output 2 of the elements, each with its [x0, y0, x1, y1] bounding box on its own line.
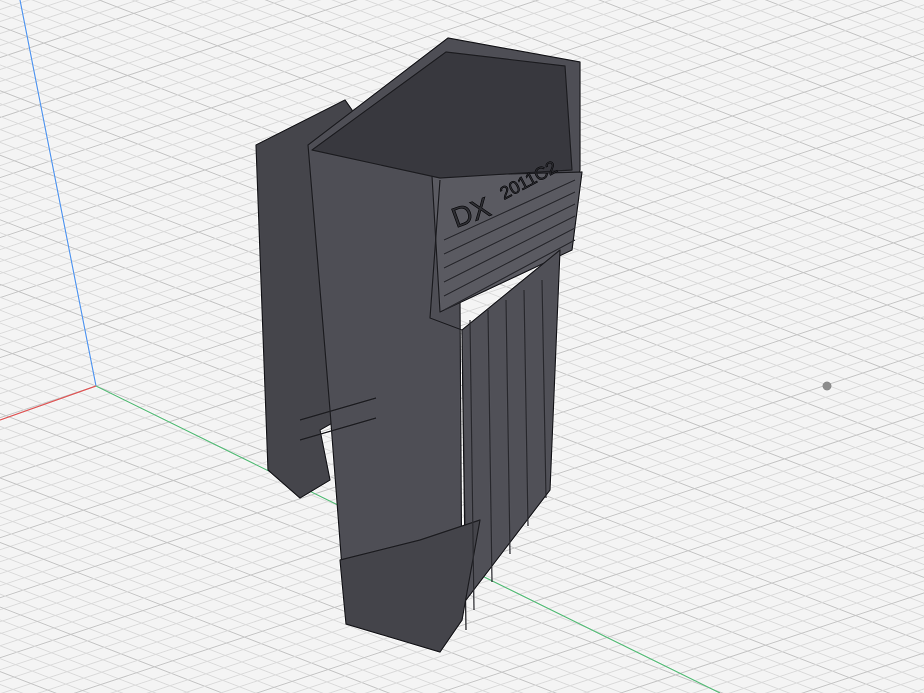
pivot-point-icon[interactable] — [822, 382, 832, 390]
engraved-text: DX — [447, 191, 495, 234]
